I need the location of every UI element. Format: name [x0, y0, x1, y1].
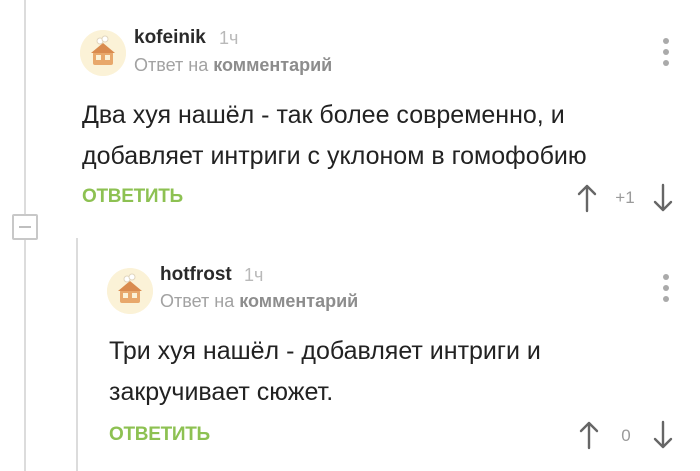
- comment-rating: 0: [621, 426, 631, 445]
- comment-time: 1ч: [244, 265, 264, 285]
- arrow-up-icon[interactable]: [578, 420, 600, 450]
- comment-text-line: закручивает сюжет.: [109, 378, 334, 406]
- more-vertical-icon[interactable]: [662, 274, 670, 302]
- comment-text-line: Три хуя нашёл - добавляет интриги и: [109, 337, 541, 365]
- reply-prefix: Ответ на: [160, 291, 235, 311]
- reply-button[interactable]: ОТВЕТИТЬ: [109, 424, 210, 446]
- reply-to-line: Ответ на комментарий: [160, 291, 358, 312]
- comment-hotfrost: hotfrost 1ч Ответ на комментарий Три хуя…: [0, 0, 700, 471]
- arrow-down-icon[interactable]: [652, 420, 674, 450]
- default-avatar-icon: [107, 268, 153, 314]
- reply-target-link[interactable]: комментарий: [239, 291, 358, 311]
- avatar[interactable]: [107, 268, 153, 314]
- comment-author[interactable]: hotfrost: [160, 264, 232, 286]
- comment-text: Три хуя нашёл - добавляет интриги и закр…: [109, 331, 679, 413]
